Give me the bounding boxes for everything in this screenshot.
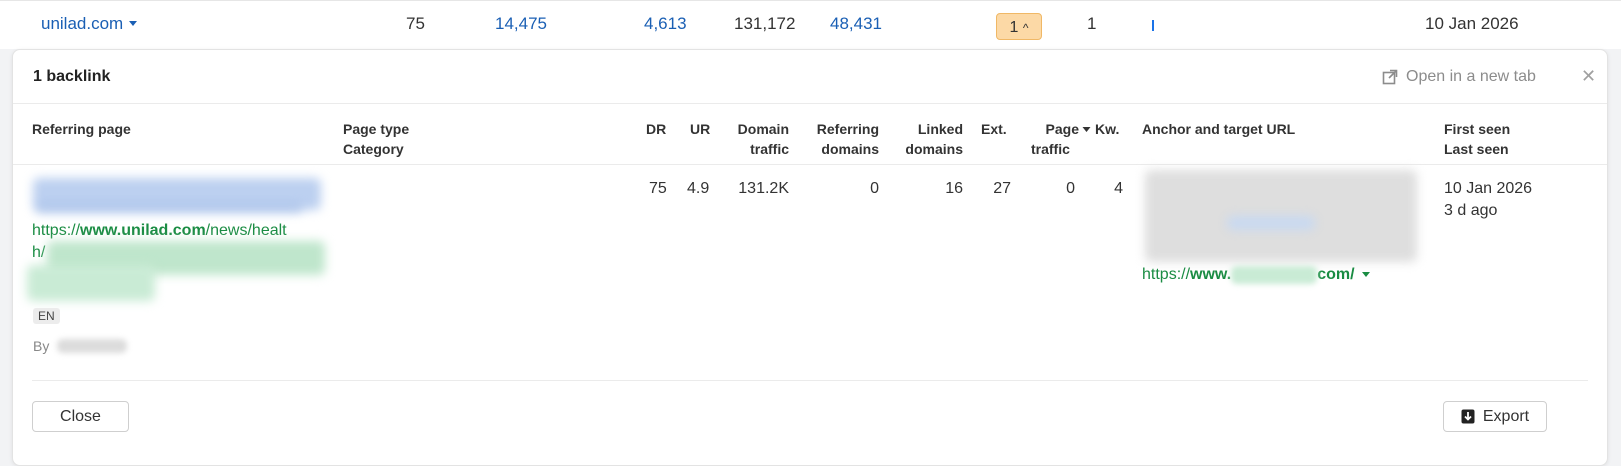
target-url[interactable]: https://www. com/ [1142, 266, 1371, 284]
url-domain[interactable]: www.unilad.com [80, 222, 206, 239]
col-page-traffic[interactable]: Page traffic [1021, 119, 1091, 159]
redacted-title-tail [35, 203, 303, 213]
referring-domains-line1[interactable]: Referring [803, 119, 879, 139]
redacted-url-tail [27, 265, 155, 301]
col-ext[interactable]: Ext. [981, 119, 1007, 139]
badge-count[interactable]: 1 [1010, 19, 1019, 36]
external-link-icon[interactable] [1382, 69, 1398, 85]
links-badge[interactable]: 1 ^ [996, 13, 1042, 40]
author-line: By [33, 337, 128, 354]
first-seen-label[interactable]: First seen [1444, 119, 1510, 139]
col-kw[interactable]: Kw. [1095, 119, 1119, 139]
caret-down-icon[interactable] [1361, 271, 1371, 279]
redacted-author [57, 339, 128, 353]
row-ext[interactable]: 27 [981, 180, 1011, 198]
col-referring-domains[interactable]: Referring domains [803, 119, 879, 159]
col-page-type[interactable]: Page type Category [343, 119, 409, 159]
redacted-anchor-link [1227, 216, 1315, 230]
url-path[interactable]: /news/healt [206, 222, 287, 239]
date-value: 10 Jan 2026 [1425, 14, 1519, 33]
domain-text[interactable]: unilad.com [41, 14, 123, 34]
close-button[interactable]: Close [32, 401, 129, 432]
linked-value[interactable]: 48,431 [830, 14, 882, 34]
linked-domains-line2[interactable]: domains [893, 139, 963, 159]
row-ur: 4.9 [687, 180, 710, 197]
target-prefix[interactable]: https:// [1142, 266, 1190, 284]
target-tld[interactable]: com/ [1317, 266, 1354, 284]
sort-desc-icon[interactable] [1082, 126, 1091, 133]
download-icon[interactable] [1461, 409, 1475, 424]
count-value: 1 [1087, 14, 1097, 33]
category-label[interactable]: Category [343, 139, 409, 159]
top-table-row: unilad.com 75 14,475 4,613 131,172 48,43… [0, 0, 1621, 49]
page-traffic-line2[interactable]: traffic [1021, 139, 1091, 159]
domain-traffic-line2[interactable]: traffic [729, 139, 789, 159]
domain-link[interactable]: unilad.com [41, 14, 138, 34]
close-icon[interactable]: ✕ [1581, 66, 1596, 87]
first-seen-value: 10 Jan 2026 [1444, 180, 1533, 197]
by-label: By [33, 338, 50, 354]
mini-bar [1152, 20, 1154, 31]
linked-domains-line1[interactable]: Linked [893, 119, 963, 139]
backlinks-value[interactable]: 14,475 [495, 14, 547, 34]
dr-value: 75 [406, 14, 425, 33]
seen-dates: 10 Jan 2026 3 d ago [1444, 178, 1532, 222]
page-type-label[interactable]: Page type [343, 119, 409, 139]
domain-traffic-line1[interactable]: Domain [729, 119, 789, 139]
url-path-2[interactable]: h/ [32, 244, 45, 261]
row-linked-domains[interactable]: 16 [913, 180, 963, 198]
header-divider [13, 164, 1607, 165]
row-dr: 75 [649, 180, 667, 197]
last-seen-label[interactable]: Last seen [1444, 139, 1510, 159]
ref-domains-value[interactable]: 4,613 [644, 14, 687, 34]
col-anchor[interactable]: Anchor and target URL [1142, 119, 1295, 139]
backlink-panel: 1 backlink Open in a new tab ✕ Referring… [12, 49, 1608, 466]
referring-domains-line2[interactable]: domains [803, 139, 879, 159]
row-kw[interactable]: 4 [1101, 180, 1123, 198]
footer-divider [32, 380, 1588, 381]
col-dr[interactable]: DR [646, 119, 666, 139]
col-ur[interactable]: UR [690, 119, 710, 139]
open-new-tab-label[interactable]: Open in a new tab [1406, 68, 1536, 86]
open-new-tab-link[interactable]: Open in a new tab [1382, 68, 1536, 86]
row-domain-traffic: 131.2K [738, 180, 789, 197]
traffic-value: 131,172 [734, 14, 796, 33]
export-label[interactable]: Export [1483, 408, 1529, 426]
row-referring-domains: 0 [870, 180, 879, 197]
redacted-target-domain [1231, 266, 1318, 284]
language-badge: EN [33, 308, 60, 324]
col-linked-domains[interactable]: Linked domains [893, 119, 963, 159]
col-domain-traffic[interactable]: Domain traffic [729, 119, 789, 159]
export-button[interactable]: Export [1443, 401, 1547, 432]
url-prefix[interactable]: https:// [32, 222, 80, 239]
caret-down-icon[interactable] [128, 20, 138, 28]
col-referring-page[interactable]: Referring page [32, 119, 131, 139]
panel-title: 1 backlink [33, 68, 111, 85]
chevron-up-icon[interactable]: ^ [1023, 21, 1029, 35]
col-first-last-seen[interactable]: First seen Last seen [1444, 119, 1510, 159]
page-traffic-line1[interactable]: Page [1046, 119, 1079, 139]
target-www[interactable]: www. [1190, 266, 1231, 284]
last-seen-value: 3 d ago [1444, 202, 1498, 219]
row-page-traffic: 0 [1066, 180, 1075, 197]
divider [13, 103, 1607, 104]
